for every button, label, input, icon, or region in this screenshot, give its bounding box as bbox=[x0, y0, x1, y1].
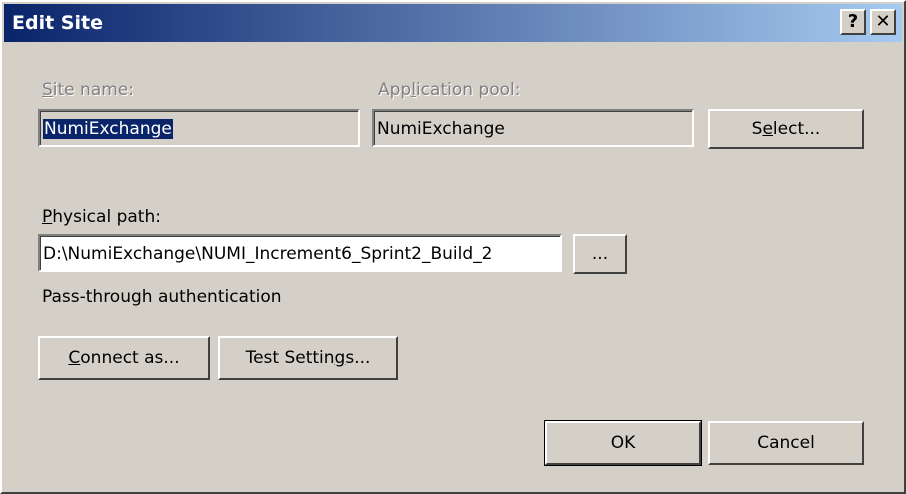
physical-path-input[interactable]: D:\NumiExchange\NUMI_Increment6_Sprint2_… bbox=[38, 234, 562, 272]
site-name-value: NumiExchange bbox=[43, 119, 173, 139]
help-button[interactable]: ? bbox=[840, 9, 866, 35]
site-name-field[interactable]: NumiExchange bbox=[38, 109, 360, 147]
ok-button-label: OK bbox=[610, 433, 636, 453]
test-settings-button[interactable]: Test Settings... bbox=[218, 336, 398, 380]
browse-ellipsis-icon: ... bbox=[591, 244, 609, 264]
application-pool-field: NumiExchange bbox=[372, 109, 694, 147]
site-name-label: Site name: bbox=[42, 80, 134, 100]
edit-site-dialog: Edit Site ? ✕ Site name: NumiExchange Ap… bbox=[0, 0, 906, 494]
application-pool-value: NumiExchange bbox=[377, 119, 505, 139]
browse-path-button[interactable]: ... bbox=[573, 234, 627, 274]
application-pool-label: Application pool: bbox=[378, 80, 521, 100]
ok-button[interactable]: OK bbox=[544, 420, 702, 466]
title-bar[interactable]: Edit Site ? ✕ bbox=[4, 4, 902, 42]
cancel-button[interactable]: Cancel bbox=[708, 421, 864, 465]
dialog-title: Edit Site bbox=[12, 12, 103, 34]
select-button[interactable]: Select... bbox=[708, 109, 864, 149]
close-button[interactable]: ✕ bbox=[870, 9, 896, 35]
pass-through-authentication-text: Pass-through authentication bbox=[42, 287, 282, 307]
select-button-label: Select... bbox=[751, 119, 821, 139]
close-icon: ✕ bbox=[875, 11, 891, 32]
connect-as-button-label: Connect as... bbox=[68, 348, 180, 368]
cancel-button-label: Cancel bbox=[757, 433, 815, 453]
connect-as-button[interactable]: Connect as... bbox=[38, 336, 210, 380]
help-icon: ? bbox=[847, 11, 859, 32]
physical-path-label: Physical path: bbox=[42, 207, 161, 227]
physical-path-value: D:\NumiExchange\NUMI_Increment6_Sprint2_… bbox=[43, 244, 493, 264]
test-settings-button-label: Test Settings... bbox=[245, 348, 371, 368]
